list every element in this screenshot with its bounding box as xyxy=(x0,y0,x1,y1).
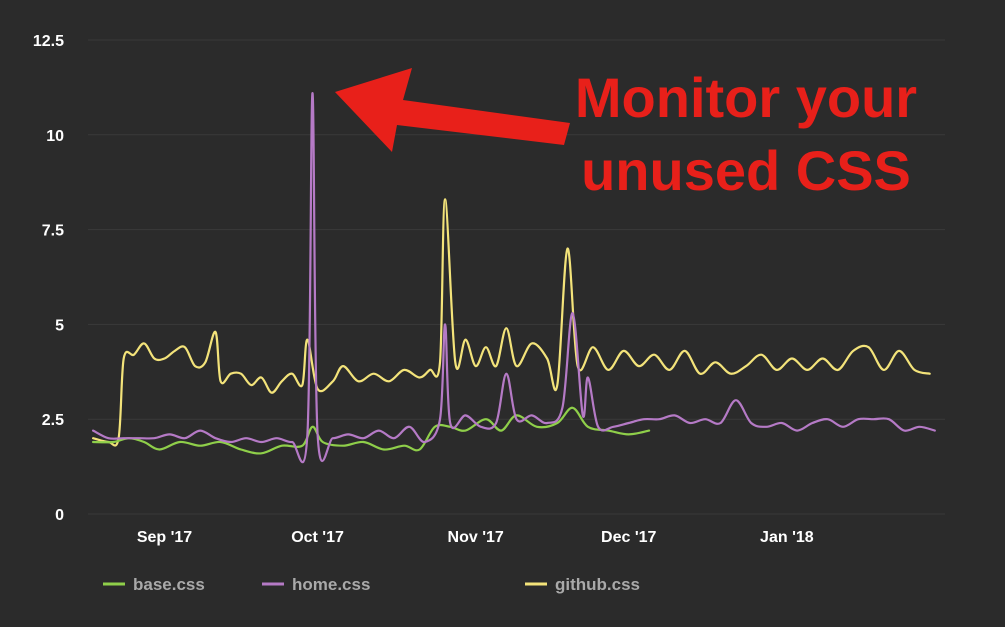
annotation-line-1: Monitor your xyxy=(575,66,917,129)
chart-root: 0 2.5 5 7.5 10 12.5 Sep '17 Oct '17 Nov '17 Dec … xyxy=(0,0,1005,627)
x-axis-ticks: Sep '17 Oct '17 Nov '17 Dec '17 Jan '18 xyxy=(137,529,814,546)
x-tick-label: Dec '17 xyxy=(601,529,657,546)
legend: base.css home.css github.css xyxy=(103,575,640,594)
legend-label[interactable]: github.css xyxy=(555,575,640,594)
y-tick-label: 12.5 xyxy=(33,33,64,50)
series-line-github-css xyxy=(92,198,931,447)
x-tick-label: Nov '17 xyxy=(448,529,504,546)
y-tick-label: 2.5 xyxy=(42,412,64,429)
x-tick-label: Oct '17 xyxy=(291,529,344,546)
legend-label[interactable]: home.css xyxy=(292,575,370,594)
x-tick-label: Sep '17 xyxy=(137,529,192,546)
y-tick-label: 5 xyxy=(55,317,64,334)
line-chart: 0 2.5 5 7.5 10 12.5 Sep '17 Oct '17 Nov '17 Dec … xyxy=(33,33,945,594)
x-tick-label: Jan '18 xyxy=(760,529,814,546)
y-axis-ticks: 0 2.5 5 7.5 10 12.5 xyxy=(33,33,64,524)
annotation-line-2: unused CSS xyxy=(581,139,911,202)
y-tick-label: 10 xyxy=(46,128,64,145)
y-tick-label: 0 xyxy=(55,507,64,524)
annotation-arrow xyxy=(335,68,570,152)
legend-label[interactable]: base.css xyxy=(133,575,205,594)
series-line-base-css xyxy=(92,406,651,455)
y-tick-label: 7.5 xyxy=(42,223,64,240)
